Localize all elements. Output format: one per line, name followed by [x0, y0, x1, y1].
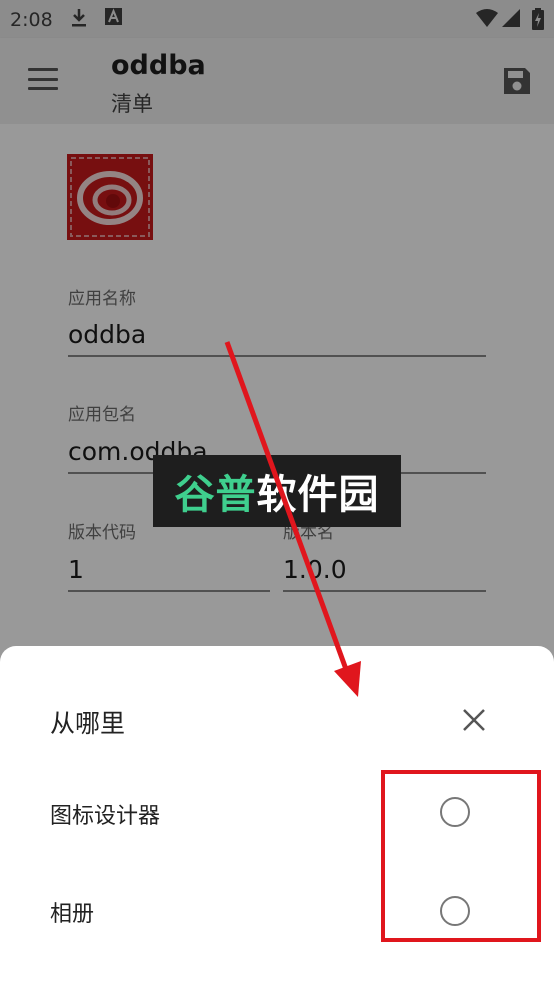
annotation-arrow — [224, 341, 361, 697]
